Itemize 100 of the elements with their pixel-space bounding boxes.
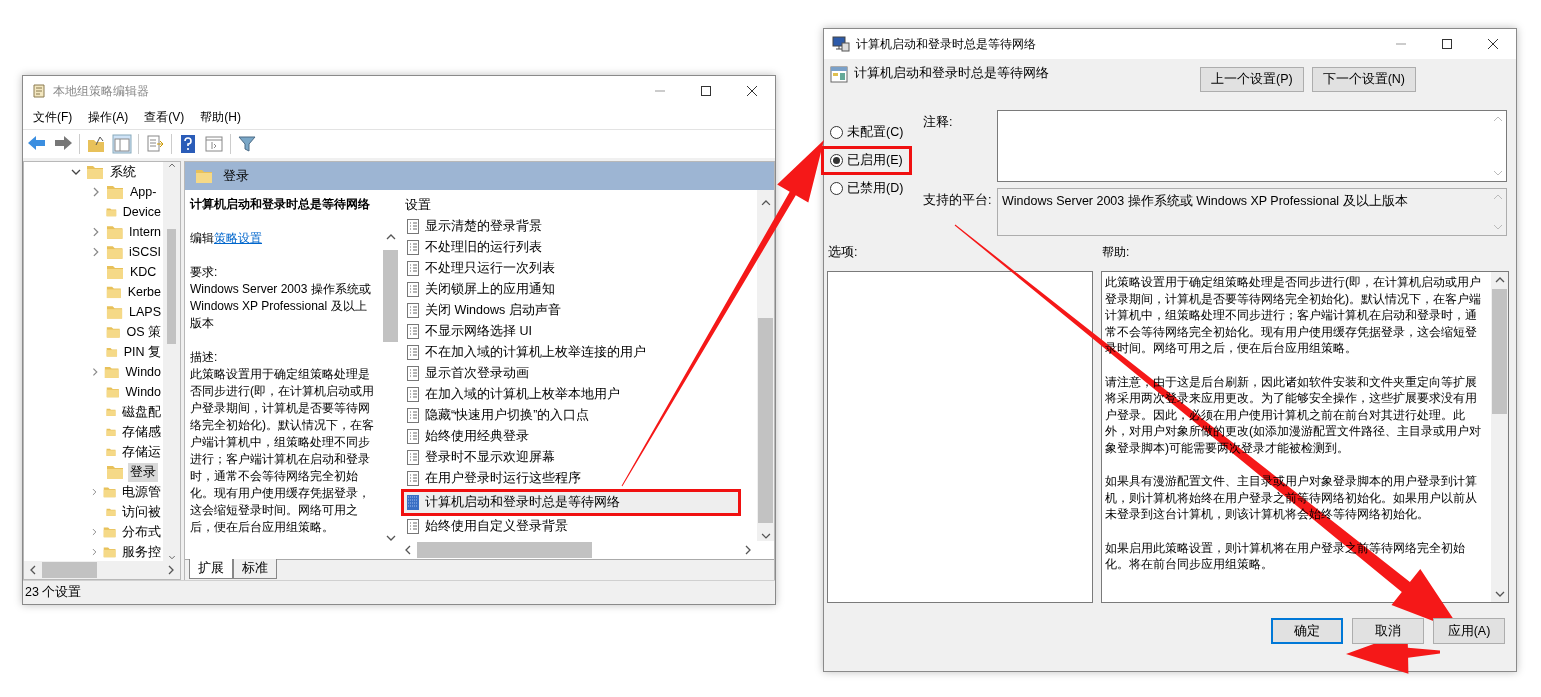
horizontal-scrollbar[interactable] <box>24 561 180 579</box>
scroll-thumb[interactable] <box>42 562 97 578</box>
radio-option[interactable]: 未配置(C) <box>821 117 913 147</box>
policy-settings-link[interactable]: 策略设置 <box>214 231 262 245</box>
folder-icon <box>106 463 124 481</box>
tree-item[interactable]: 分布式 <box>120 522 163 542</box>
nav-button[interactable]: 下一个设置(N) <box>1311 67 1417 92</box>
scroll-down-icon[interactable] <box>384 533 397 543</box>
scroll-right-icon[interactable] <box>743 544 753 556</box>
platform-label: 支持的平台: <box>923 192 993 209</box>
setting-row[interactable]: 显示清楚的登录背景 <box>404 216 542 237</box>
setting-row[interactable]: 隐藏“快速用户切换”的入口点 <box>404 405 590 426</box>
filter-icon[interactable] <box>237 134 257 154</box>
scroll-left-icon[interactable] <box>403 544 413 556</box>
setting-row[interactable]: 不显示网络选择 UI <box>404 321 532 342</box>
tree-item[interactable]: OS 策 <box>124 322 163 342</box>
tree-item[interactable]: 服务控 <box>120 542 163 561</box>
view-tab[interactable]: 标准 <box>233 559 277 579</box>
scroll-up-icon[interactable] <box>384 232 397 242</box>
setting-row[interactable]: 不处理旧的运行列表 <box>404 237 542 258</box>
tree-item[interactable]: PIN 复 <box>121 342 163 362</box>
tree-item[interactable]: 系统 <box>108 162 138 182</box>
setting-name: 始终使用自定义登录背景 <box>425 518 568 535</box>
menu-item[interactable]: 操作(A) <box>80 109 137 126</box>
close-icon[interactable] <box>1488 39 1498 49</box>
radio-button[interactable] <box>830 125 843 139</box>
radio-button[interactable] <box>830 153 843 167</box>
setting-row[interactable]: 关闭 Windows 启动声音 <box>404 300 561 321</box>
requirements-text: Windows Server 2003 操作系统或 Windows XP Professional 及以上版本 <box>190 281 372 332</box>
setting-row[interactable]: 不处理只运行一次列表 <box>404 258 555 279</box>
scroll-down-icon[interactable] <box>1493 589 1506 599</box>
setting-row[interactable]: 登录时不显示欢迎屏幕 <box>404 447 555 468</box>
tree-item[interactable]: 电源管 <box>120 482 163 502</box>
radio-label: 未配置(C) <box>847 123 904 141</box>
dialog-button[interactable]: 应用(A) <box>1433 618 1505 644</box>
tree-item[interactable]: iSCSI <box>127 244 163 260</box>
pane-toggle-icon[interactable] <box>112 134 132 154</box>
dialog-button[interactable]: 取消 <box>1352 618 1424 644</box>
setting-row[interactable]: 始终使用自定义登录背景 <box>404 516 568 537</box>
menu-item[interactable]: 查看(V) <box>136 109 193 126</box>
policy-icon <box>405 239 421 256</box>
setting-name: 关闭锁屏上的应用通知 <box>425 281 555 298</box>
vertical-scrollbar[interactable] <box>757 190 774 541</box>
setting-name: 在加入域的计算机上枚举本地用户 <box>425 386 620 403</box>
help-icon[interactable] <box>178 134 198 154</box>
tree-item[interactable]: 存储感 <box>120 422 163 442</box>
vertical-scrollbar[interactable] <box>163 162 180 561</box>
tree-item[interactable]: Kerbe <box>125 284 163 300</box>
tree-item[interactable]: App- <box>128 184 159 200</box>
view-tab[interactable]: 扩展 <box>189 559 233 579</box>
vertical-scrollbar[interactable] <box>1491 272 1508 602</box>
setting-row[interactable]: 计算机启动和登录时总是等待网络 <box>401 489 741 516</box>
setting-row[interactable]: 在加入域的计算机上枚举本地用户 <box>404 384 620 405</box>
scroll-thumb[interactable] <box>1492 289 1507 414</box>
tree-item[interactable]: Intern <box>127 224 163 240</box>
setting-name: 显示清楚的登录背景 <box>425 218 542 235</box>
scroll-up-icon[interactable] <box>1493 275 1506 285</box>
computer-icon <box>832 36 850 52</box>
column-header[interactable]: 设置 <box>404 194 431 216</box>
tree-item[interactable]: KDC <box>128 264 159 280</box>
dialog-button[interactable]: 确定 <box>1271 618 1343 644</box>
tree-item[interactable]: 登录 <box>128 462 158 482</box>
close-icon[interactable] <box>747 86 757 96</box>
scroll-up-icon[interactable] <box>759 198 772 208</box>
scroll-left-icon[interactable] <box>28 564 38 576</box>
scroll-thumb[interactable] <box>167 228 176 345</box>
scroll-right-icon[interactable] <box>166 564 176 576</box>
menu-item[interactable]: 文件(F) <box>25 109 81 126</box>
setting-row[interactable]: 始终使用经典登录 <box>404 426 529 447</box>
chevron-right-icon[interactable] <box>90 486 99 498</box>
tree-item[interactable]: LAPS <box>127 304 163 320</box>
pane-header-title: 登录 <box>223 167 249 185</box>
scroll-thumb[interactable] <box>383 250 398 342</box>
setting-row[interactable]: 在用户登录时运行这些程序 <box>404 468 581 489</box>
properties-icon[interactable] <box>204 134 224 154</box>
policy-icon <box>405 260 421 277</box>
radio-option[interactable]: 已禁用(D) <box>821 173 913 203</box>
scroll-down-icon[interactable] <box>759 531 772 541</box>
maximize-icon[interactable] <box>1442 39 1452 49</box>
chevron-right-icon[interactable] <box>90 526 99 538</box>
tree-item[interactable]: 存储运 <box>120 442 163 462</box>
menu-item[interactable]: 帮助(H) <box>192 109 249 126</box>
scroll-thumb[interactable] <box>758 317 773 524</box>
setting-row[interactable]: 显示首次登录动画 <box>404 363 529 384</box>
tree-item[interactable]: 访问被 <box>120 502 163 522</box>
setting-row[interactable]: 关闭锁屏上的应用通知 <box>404 279 555 300</box>
setting-row[interactable]: 不在加入域的计算机上枚举连接的用户 <box>404 342 646 363</box>
policy-selected-icon <box>405 494 421 511</box>
folder-up-icon[interactable] <box>86 134 106 154</box>
nav-button[interactable]: 上一个设置(P) <box>1200 67 1304 92</box>
tree-item[interactable]: Device <box>120 204 163 220</box>
radio-option[interactable]: 已启用(E) <box>821 145 912 175</box>
chevron-right-icon[interactable] <box>90 546 99 558</box>
tree-item[interactable]: 磁盘配 <box>120 402 163 422</box>
radio-button[interactable] <box>830 181 843 195</box>
export-list-icon[interactable] <box>145 134 165 154</box>
tree-item[interactable]: Windo <box>123 364 163 380</box>
tree-item[interactable]: Windo <box>123 384 163 400</box>
scroll-thumb[interactable] <box>417 542 592 558</box>
maximize-icon[interactable] <box>701 86 711 96</box>
